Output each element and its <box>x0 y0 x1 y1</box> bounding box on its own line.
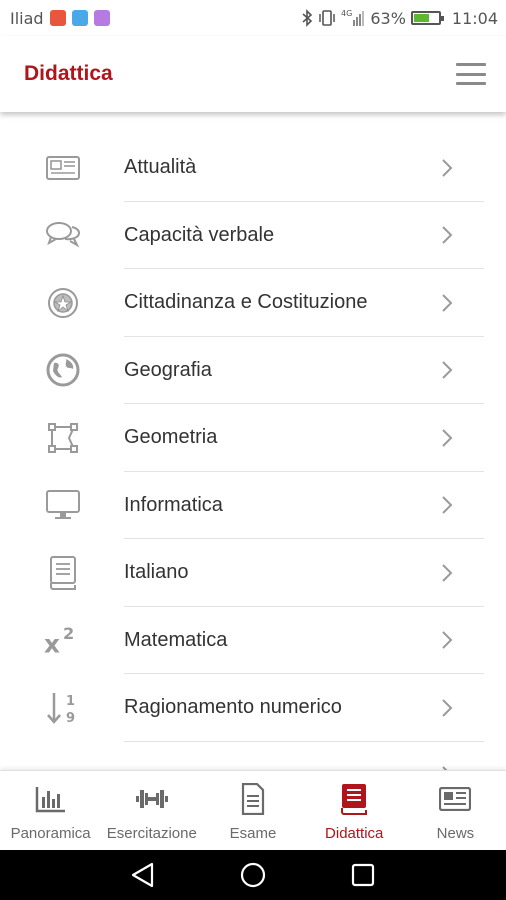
svg-text:2: 2 <box>63 624 74 643</box>
status-bar: Iliad 4G 63% 11:04 <box>0 0 506 36</box>
recents-icon <box>351 863 375 887</box>
list-item-ragionamento-numerico[interactable]: 19 Ragionamento numerico <box>0 674 506 742</box>
recents-button[interactable] <box>348 860 378 890</box>
vibrate-icon <box>319 10 336 26</box>
nav-label: Panoramica <box>10 825 91 842</box>
list-item-italiano[interactable]: Italiano <box>0 539 506 607</box>
hamburger-menu-button[interactable] <box>456 63 486 85</box>
list-item-capacita-verbale[interactable]: Capacità verbale <box>0 202 506 269</box>
svg-text:9: 9 <box>66 711 75 726</box>
list-item-cittadinanza[interactable]: Cittadinanza e Costituzione <box>0 269 506 337</box>
list-item-label: Attualità <box>124 156 197 179</box>
battery-icon <box>410 11 444 25</box>
svg-text:x: x <box>44 630 60 658</box>
x-squared-icon: x2 <box>44 621 82 659</box>
nav-label: Esame <box>229 825 277 842</box>
bottom-nav: Panoramica Esercitazione Esame Didattica… <box>0 770 506 850</box>
carrier-name: Iliad <box>10 8 44 28</box>
list-item-label: Informatica <box>124 493 223 516</box>
list-item-label: Geografia <box>124 358 212 381</box>
geometry-shape-icon <box>44 419 82 457</box>
chevron-right-icon <box>442 294 453 312</box>
app-header: Didattica <box>0 36 506 112</box>
emblem-icon <box>44 284 82 322</box>
list-item-label: Cittadinanza e Costituzione <box>124 291 368 314</box>
home-button[interactable] <box>238 860 268 890</box>
chevron-right-icon <box>442 699 453 717</box>
svg-text:4G: 4G <box>341 9 352 18</box>
book-icon <box>44 554 82 592</box>
chevron-right-icon <box>442 631 453 649</box>
clock: 11:04 <box>451 8 498 28</box>
system-nav-bar <box>0 850 506 900</box>
flash-notification-icon <box>49 10 66 26</box>
svg-text:1: 1 <box>66 694 75 709</box>
bluetooth-icon <box>302 9 313 27</box>
back-icon <box>131 862 154 888</box>
bar-chart-icon <box>34 783 68 815</box>
chevron-right-icon <box>442 159 453 177</box>
nav-label: Esercitazione <box>106 825 197 842</box>
battery-percent: 63% <box>370 8 406 28</box>
nav-item-panoramica[interactable]: Panoramica <box>0 771 101 850</box>
dumbbell-icon <box>135 783 169 815</box>
list-item-label: Geometria <box>124 426 218 449</box>
nav-label: News <box>436 825 475 842</box>
hamburger-menu-icon-line <box>456 72 486 76</box>
hamburger-menu-icon-line <box>456 82 486 85</box>
svg-text:π: π <box>53 761 75 770</box>
list-item-geometria[interactable]: Geometria <box>0 404 506 472</box>
chevron-right-icon <box>442 429 453 447</box>
list-item-geografia[interactable]: Geografia <box>0 337 506 404</box>
list-item-matematica[interactable]: x2 Matematica <box>0 607 506 674</box>
monitor-icon <box>44 486 82 524</box>
topic-list: Attualità Capacità verbale Cittadinanza … <box>0 134 506 770</box>
pi-icon: π <box>44 756 82 770</box>
page-title: Didattica <box>24 62 113 85</box>
globe-icon <box>44 351 82 389</box>
app-notification-icon <box>71 10 88 26</box>
list-item-label: Capacità verbale <box>124 223 275 246</box>
list-item-attualita[interactable]: Attualità <box>0 134 506 202</box>
hamburger-menu-icon-line <box>456 63 486 66</box>
status-right: 4G 63% 11:04 <box>301 8 498 28</box>
chevron-right-icon <box>442 226 453 244</box>
list-item-scienze-partial[interactable]: π <box>0 742 506 770</box>
chat-bubbles-icon <box>44 216 82 254</box>
list-item-informatica[interactable]: Informatica <box>0 472 506 539</box>
document-icon <box>236 783 270 815</box>
list-item-label: Ragionamento numerico <box>124 696 342 719</box>
status-left: Iliad <box>10 9 110 28</box>
chevron-right-icon <box>442 496 453 514</box>
nav-label: Didattica <box>325 825 384 842</box>
list-item-label: Italiano <box>124 561 189 584</box>
instagram-notification-icon <box>93 10 110 26</box>
chevron-right-icon <box>442 361 453 379</box>
newspaper-icon <box>44 149 82 187</box>
nav-item-news[interactable]: News <box>405 771 506 850</box>
list-item-label: Matematica <box>124 628 228 651</box>
home-icon <box>240 862 266 888</box>
nav-item-esame[interactable]: Esame <box>202 771 303 850</box>
chevron-right-icon <box>442 564 453 582</box>
signal-icon: 4G <box>341 9 365 26</box>
nav-item-didattica[interactable]: Didattica <box>304 771 405 850</box>
nav-item-esercitazione[interactable]: Esercitazione <box>101 771 202 850</box>
sort-numeric-icon: 19 <box>44 689 82 727</box>
book-icon <box>337 783 371 815</box>
back-button[interactable] <box>128 860 158 890</box>
newspaper-icon <box>438 783 472 815</box>
